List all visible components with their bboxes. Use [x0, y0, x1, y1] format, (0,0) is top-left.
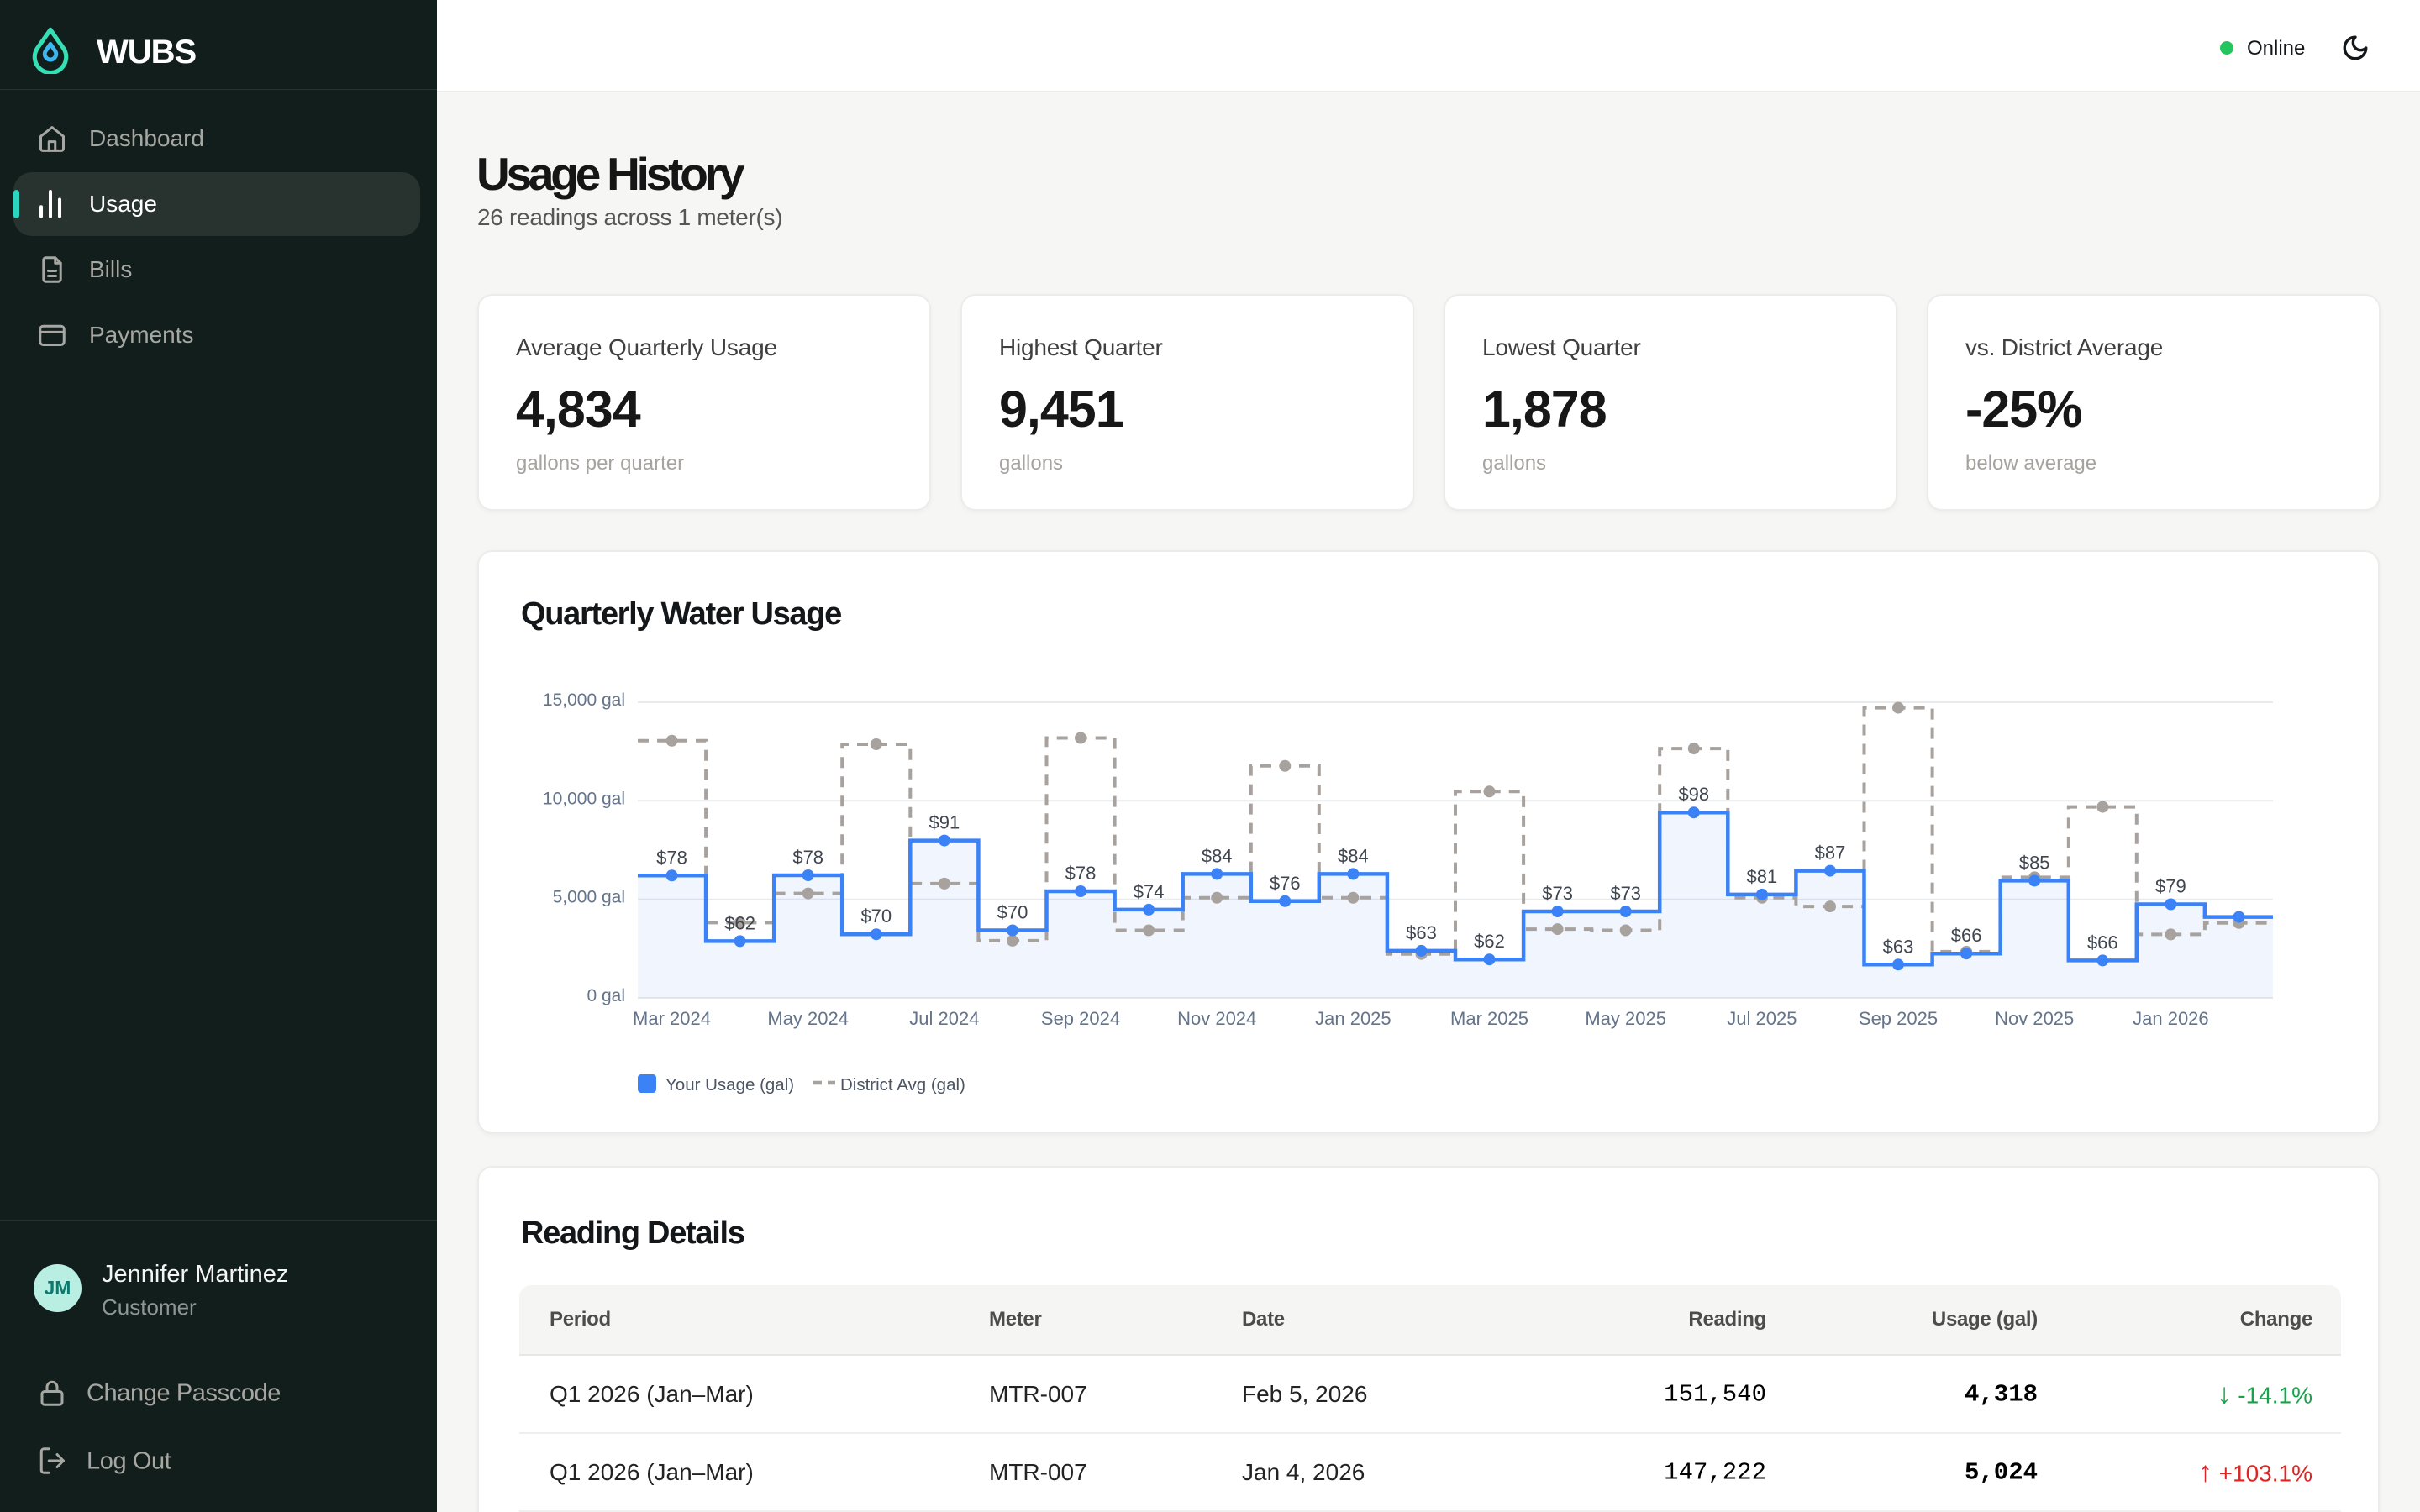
svg-text:Nov 2024: Nov 2024 — [1177, 1008, 1256, 1029]
svg-text:Jul 2024: Jul 2024 — [909, 1008, 979, 1029]
svg-text:District Avg (gal): District Avg (gal) — [840, 1075, 965, 1095]
svg-text:$78: $78 — [792, 847, 823, 868]
svg-text:$70: $70 — [997, 902, 1028, 923]
svg-text:10,000 gal: 10,000 gal — [543, 789, 625, 808]
svg-text:Mar 2025: Mar 2025 — [1450, 1008, 1528, 1029]
svg-text:$87: $87 — [1815, 843, 1846, 864]
svg-text:May 2025: May 2025 — [1585, 1008, 1666, 1029]
svg-text:Your Usage (gal): Your Usage (gal) — [666, 1075, 794, 1095]
svg-text:$62: $62 — [1474, 931, 1505, 952]
svg-text:$70: $70 — [860, 906, 892, 927]
svg-text:Nov 2025: Nov 2025 — [1995, 1008, 2074, 1029]
svg-text:Mar 2024: Mar 2024 — [633, 1008, 711, 1029]
svg-text:$66: $66 — [2087, 932, 2118, 953]
svg-text:$73: $73 — [1542, 883, 1573, 904]
svg-text:$91: $91 — [929, 812, 960, 833]
svg-text:$76: $76 — [1270, 873, 1301, 894]
svg-text:May 2024: May 2024 — [767, 1008, 849, 1029]
svg-text:Sep 2025: Sep 2025 — [1859, 1008, 1938, 1029]
svg-text:$66: $66 — [1951, 925, 1982, 946]
svg-text:Jul 2025: Jul 2025 — [1727, 1008, 1797, 1029]
svg-text:0 gal: 0 gal — [587, 986, 625, 1005]
svg-text:$78: $78 — [656, 847, 687, 868]
svg-text:Sep 2024: Sep 2024 — [1041, 1008, 1120, 1029]
svg-text:$74: $74 — [1134, 881, 1165, 902]
svg-text:$63: $63 — [1883, 936, 1914, 957]
svg-text:$84: $84 — [1338, 845, 1369, 866]
svg-text:Jan 2025: Jan 2025 — [1315, 1008, 1392, 1029]
svg-text:15,000 gal: 15,000 gal — [543, 690, 625, 710]
svg-text:$79: $79 — [2155, 876, 2186, 897]
svg-text:$84: $84 — [1202, 845, 1233, 866]
svg-text:$78: $78 — [1065, 863, 1097, 884]
svg-text:$81: $81 — [1747, 866, 1778, 887]
svg-text:$73: $73 — [1610, 883, 1641, 904]
svg-text:$98: $98 — [1678, 784, 1709, 805]
svg-text:5,000 gal: 5,000 gal — [553, 888, 625, 907]
svg-text:$85: $85 — [2019, 852, 2050, 873]
svg-text:Jan 2026: Jan 2026 — [2133, 1008, 2209, 1029]
svg-text:$62: $62 — [724, 912, 755, 933]
svg-text:$63: $63 — [1406, 922, 1437, 943]
